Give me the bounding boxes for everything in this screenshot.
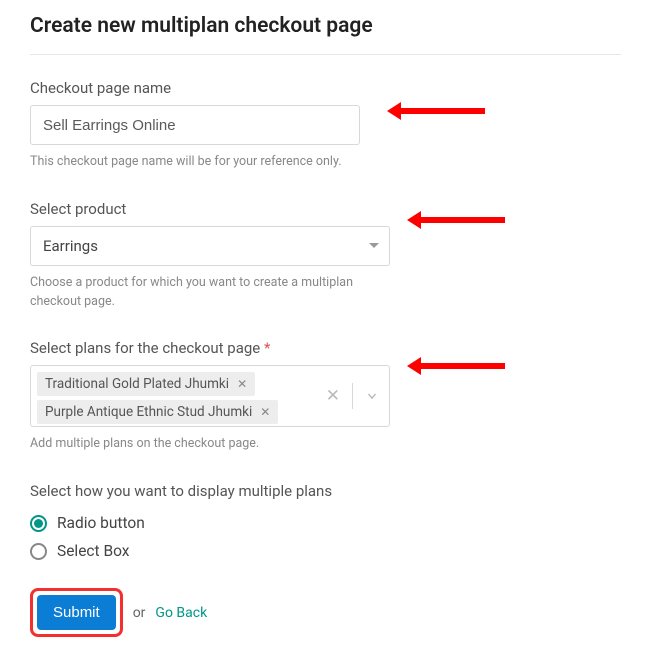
select-product-dropdown[interactable]: Earrings — [30, 226, 390, 266]
remove-tag-icon[interactable]: ✕ — [260, 405, 270, 419]
multiselect-controls: ✕ — [316, 366, 389, 426]
chevron-down-icon[interactable] — [365, 389, 379, 403]
radio-option-label: Select Box — [57, 542, 129, 560]
display-style-label: Select how you want to display multiple … — [30, 482, 621, 500]
form-actions: Submit or Go Back — [30, 588, 621, 637]
select-product-group: Select product Earrings Choose a product… — [30, 200, 621, 312]
select-plans-multiselect[interactable]: Traditional Gold Plated Jhumki ✕ Purple … — [30, 365, 390, 427]
remove-tag-icon[interactable]: ✕ — [237, 377, 247, 391]
select-plans-label-text: Select plans for the checkout page — [30, 339, 260, 357]
plan-tag-label: Purple Antique Ethnic Stud Jhumki — [45, 404, 252, 420]
checkout-name-group: Checkout page name This checkout page na… — [30, 79, 621, 172]
annotation-arrow-icon — [420, 217, 505, 223]
display-style-group: Select how you want to display multiple … — [30, 482, 621, 560]
annotation-arrow-icon — [420, 363, 505, 369]
chevron-down-icon — [369, 243, 379, 248]
go-back-link[interactable]: Go Back — [155, 605, 207, 621]
radio-icon — [30, 543, 47, 560]
separator — [352, 383, 353, 409]
required-asterisk: * — [264, 339, 270, 357]
select-plans-group: Select plans for the checkout page * Tra… — [30, 339, 621, 454]
select-plans-help: Add multiple plans on the checkout page. — [30, 435, 390, 454]
checkout-name-input[interactable] — [30, 105, 360, 145]
radio-option-radio-button[interactable]: Radio button — [30, 514, 621, 532]
or-text: or — [133, 605, 146, 621]
checkout-name-help: This checkout page name will be for your… — [30, 153, 390, 172]
annotation-arrow-icon — [400, 108, 485, 114]
radio-option-label: Radio button — [57, 514, 145, 532]
select-product-help: Choose a product for which you want to c… — [30, 274, 390, 312]
plan-tag: Purple Antique Ethnic Stud Jhumki ✕ — [37, 400, 278, 424]
clear-all-icon[interactable]: ✕ — [326, 388, 340, 405]
plan-tag: Traditional Gold Plated Jhumki ✕ — [37, 372, 255, 396]
radio-icon — [30, 515, 47, 532]
submit-button[interactable]: Submit — [37, 595, 116, 630]
plan-tag-label: Traditional Gold Plated Jhumki — [45, 376, 229, 392]
select-product-value: Earrings — [43, 237, 369, 255]
radio-option-select-box[interactable]: Select Box — [30, 542, 621, 560]
select-product-label: Select product — [30, 200, 621, 218]
select-plans-label: Select plans for the checkout page * — [30, 339, 621, 357]
checkout-name-label: Checkout page name — [30, 79, 621, 97]
page-title: Create new multiplan checkout page — [30, 14, 621, 55]
submit-highlight-annotation: Submit — [30, 588, 123, 637]
selected-plans-container: Traditional Gold Plated Jhumki ✕ Purple … — [31, 366, 316, 426]
